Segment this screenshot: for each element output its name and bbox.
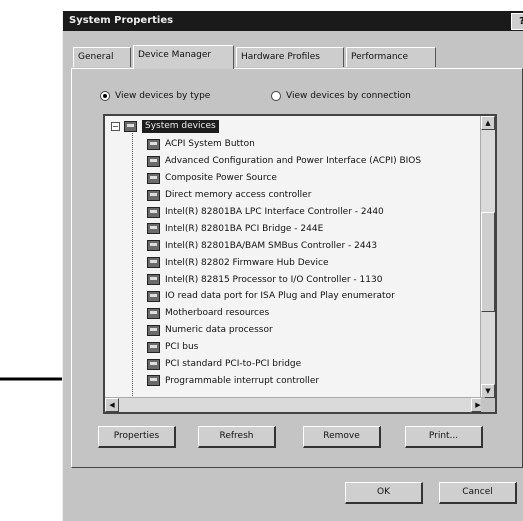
- help-button[interactable]: ?: [511, 13, 523, 30]
- list-item[interactable]: PCI bus: [147, 339, 421, 356]
- list-item[interactable]: Advanced Configuration and Power Interfa…: [147, 153, 421, 170]
- device-label: Motherboard resources: [165, 308, 270, 319]
- horizontal-scrollbar[interactable]: ◀ ▶: [105, 397, 485, 412]
- device-icon: [147, 274, 160, 286]
- device-icon: [147, 307, 160, 319]
- scroll-up-icon[interactable]: ▲: [481, 116, 495, 130]
- device-icon: [147, 223, 160, 235]
- view-by-connection-option[interactable]: View devices by connection: [271, 91, 411, 101]
- scroll-left-icon[interactable]: ◀: [105, 398, 119, 412]
- scroll-down-icon[interactable]: ▼: [481, 384, 495, 398]
- device-icon: [147, 324, 160, 336]
- window-title: System Properties: [69, 15, 174, 26]
- ok-button[interactable]: OK: [345, 482, 423, 504]
- vertical-scroll-thumb[interactable]: [481, 212, 495, 312]
- list-item[interactable]: IO read data port for ISA Plug and Play …: [147, 288, 421, 305]
- view-by-connection-radio[interactable]: [271, 91, 281, 101]
- device-icon: [147, 189, 160, 201]
- list-item[interactable]: Intel(R) 82802 Firmware Hub Device: [147, 254, 421, 271]
- device-icon: [147, 206, 160, 218]
- list-item[interactable]: Intel(R) 82815 Processor to I/O Controll…: [147, 271, 421, 288]
- collapse-icon[interactable]: −: [111, 122, 120, 131]
- device-icon: [147, 240, 160, 252]
- tab-performance[interactable]: Performance: [346, 47, 436, 67]
- view-by-type-radio[interactable]: [100, 91, 110, 101]
- device-icon: [147, 257, 160, 269]
- device-label: Advanced Configuration and Power Interfa…: [165, 156, 422, 167]
- list-item[interactable]: Direct memory access controller: [147, 187, 421, 204]
- view-by-type-option[interactable]: View devices by type: [100, 91, 210, 101]
- tab-hardware-profiles[interactable]: Hardware Profiles: [236, 47, 344, 67]
- remove-button[interactable]: Remove: [303, 426, 381, 448]
- view-by-type-label: View devices by type: [115, 91, 211, 101]
- device-icon: [147, 138, 160, 150]
- tree-node-system-devices[interactable]: − System devices: [111, 120, 219, 133]
- device-icon: [147, 172, 160, 184]
- properties-button[interactable]: Properties: [98, 426, 176, 448]
- device-label: Composite Power Source: [165, 173, 277, 184]
- device-label: PCI standard PCI-to-PCI bridge: [165, 359, 302, 370]
- device-label: Intel(R) 82801BA LPC Interface Controlle…: [165, 207, 384, 217]
- list-item[interactable]: Intel(R) 82801BA/BAM SMBus Controller - …: [147, 237, 421, 254]
- device-icon: [147, 155, 160, 167]
- device-label: Numeric data processor: [165, 325, 273, 336]
- list-item[interactable]: Motherboard resources: [147, 305, 421, 322]
- tab-general[interactable]: General: [73, 47, 131, 67]
- tab-device-manager[interactable]: Device Manager: [133, 45, 234, 69]
- device-label: Intel(R) 82801BA/BAM SMBus Controller - …: [165, 240, 378, 251]
- device-label: PCI bus: [165, 342, 199, 353]
- view-by-connection-label: View devices by connection: [286, 91, 411, 101]
- list-item[interactable]: PCI standard PCI-to-PCI bridge: [147, 356, 421, 373]
- device-icon: [147, 290, 160, 302]
- scrollbar-corner: [481, 398, 495, 412]
- list-item[interactable]: Intel(R) 82801BA LPC Interface Controlle…: [147, 204, 421, 221]
- tree-connector: [132, 128, 134, 412]
- list-item[interactable]: Programmable interrupt controller: [147, 372, 421, 389]
- device-category-icon: [124, 121, 137, 132]
- device-list: ACPI System Button Advanced Configuratio…: [147, 136, 421, 389]
- device-label: Intel(R) 82815 Processor to I/O Controll…: [165, 274, 383, 285]
- device-icon: [147, 375, 160, 387]
- device-icon: [147, 358, 160, 370]
- device-icon: [147, 341, 160, 353]
- device-label: ACPI System Button: [165, 139, 255, 150]
- list-item[interactable]: Composite Power Source: [147, 170, 421, 187]
- title-bar: System Properties ?: [63, 11, 523, 31]
- list-item[interactable]: ACPI System Button: [147, 136, 421, 153]
- device-tree[interactable]: − System devices ACPI System Button Adva…: [103, 114, 497, 414]
- cancel-button[interactable]: Cancel: [439, 482, 517, 504]
- device-label: Direct memory access controller: [165, 190, 312, 201]
- device-label: Intel(R) 82802 Firmware Hub Device: [165, 257, 329, 268]
- vertical-scrollbar[interactable]: ▲ ▼: [480, 116, 495, 398]
- print-button[interactable]: Print...: [405, 426, 483, 448]
- list-item[interactable]: Intel(R) 82801BA PCI Bridge - 244E: [147, 220, 421, 237]
- list-item[interactable]: Numeric data processor: [147, 322, 421, 339]
- tree-root-label: System devices: [142, 120, 219, 133]
- device-label: IO read data port for ISA Plug and Play …: [165, 291, 395, 302]
- device-label: Intel(R) 82801BA PCI Bridge - 244E: [165, 223, 324, 234]
- refresh-button[interactable]: Refresh: [198, 426, 276, 448]
- device-label: Programmable interrupt controller: [165, 375, 320, 386]
